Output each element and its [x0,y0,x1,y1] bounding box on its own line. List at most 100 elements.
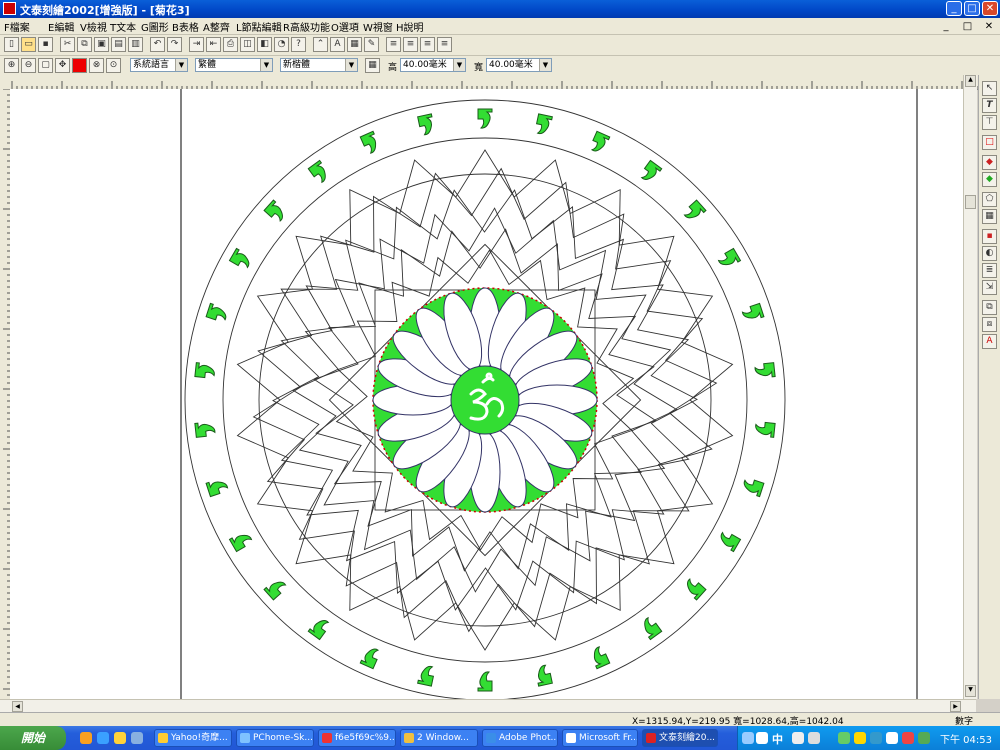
vertical-scrollbar[interactable]: ▲ ▼ [963,75,977,699]
open-icon[interactable]: ▭ [21,37,36,52]
text-frame-icon[interactable]: ▦ [347,37,362,52]
fill-icon[interactable]: ◆ [982,155,997,170]
start-button[interactable]: 開始 [0,726,66,750]
polygon-icon[interactable]: ⬠ [982,192,997,207]
scroll-right-button[interactable]: ▶ [950,701,961,712]
language-select[interactable]: 系統語言 ▼ [130,58,188,72]
copy-icon[interactable]: ⧉ [77,37,92,52]
task-pchome[interactable]: PChome-Sk... [236,729,314,747]
help-icon[interactable]: ? [291,37,306,52]
scroll-left-button[interactable]: ◀ [12,701,23,712]
scroll-down-button[interactable]: ▼ [965,685,976,697]
plot-icon[interactable]: ◧ [257,37,272,52]
menu-arrange[interactable]: A整齊 [203,19,230,34]
text-shape-icon[interactable]: A [330,37,345,52]
font-family-select[interactable]: 新楷體 ▼ [280,58,358,72]
menu-file[interactable]: F檔案 [4,19,30,34]
app-icon[interactable] [3,2,16,15]
chevron-down-icon[interactable]: ▼ [345,59,357,71]
tray-messenger-icon[interactable] [854,732,866,744]
drawing-canvas[interactable] [10,89,963,699]
layers-icon[interactable]: ≣ [982,263,997,278]
mandala-drawing[interactable] [10,89,963,699]
tray-keyboard-icon[interactable] [792,732,804,744]
menu-options[interactable]: O選項 [331,19,359,34]
preview-icon[interactable]: ◫ [240,37,255,52]
menu-graphics[interactable]: G圖形 [141,19,169,34]
vertical-text-icon[interactable]: ⊤ [982,115,997,130]
quicklaunch-messenger-icon[interactable] [114,732,126,744]
delete-icon[interactable]: ▤ [111,37,126,52]
task-yahoo[interactable]: Yahoo!奇摩... [154,729,232,747]
import-tool-icon[interactable]: ⇲ [982,280,997,295]
pointer-icon[interactable]: ↖ [982,81,997,96]
tray-bluetooth-icon[interactable] [886,732,898,744]
palette-icon[interactable]: ▪ [982,229,997,244]
mdi-restore-button[interactable]: □ [961,21,975,34]
tray-update-icon[interactable] [918,732,930,744]
zoom-select-icon[interactable]: ⊗ [89,58,104,73]
chevron-down-icon[interactable]: ▼ [175,59,187,71]
title-bar[interactable]: 文泰刻繪2002[增強版] - [菊花3] _ □ ✕ [0,0,1000,18]
mdi-minimize-button[interactable]: _ [939,21,953,34]
text-fit-icon[interactable]: A [982,334,997,349]
chevron-down-icon[interactable]: ▼ [539,59,551,71]
export-icon[interactable]: ⇤ [206,37,221,52]
task-photoshop[interactable]: Adobe Phot... [482,729,558,747]
redo-icon[interactable]: ↷ [167,37,182,52]
weld-icon[interactable]: ⧉ [982,300,997,315]
tray-antivirus-icon[interactable] [902,732,914,744]
task-windows[interactable]: 2 Window... [400,729,478,747]
chevron-down-icon[interactable]: ▼ [260,59,272,71]
rectangle-icon[interactable]: □ [982,135,997,150]
text-icon[interactable]: T [982,98,997,113]
justify-icon[interactable]: ≡ [437,37,452,52]
menu-window[interactable]: W視窗 [363,19,393,34]
chevron-down-icon[interactable]: ▼ [453,59,465,71]
close-button[interactable]: ✕ [982,1,998,16]
task-wentai[interactable]: 文泰刻繪20... [642,729,718,747]
horizontal-scrollbar[interactable]: ◀ ▶ [0,699,976,713]
mdi-close-button[interactable]: ✕ [982,21,996,34]
quicklaunch-ie-icon[interactable] [97,732,109,744]
menu-edit[interactable]: E編輯 [48,19,74,34]
table-icon[interactable]: ▦ [982,209,997,224]
menu-view[interactable]: V檢視 [80,19,107,34]
color-icon[interactable]: ◐ [982,246,997,261]
font-charset-select[interactable]: 繁體 ▼ [195,58,273,72]
new-icon[interactable]: ▯ [4,37,19,52]
align-right-icon[interactable]: ≡ [420,37,435,52]
scroll-up-button[interactable]: ▲ [965,75,976,87]
undo-icon[interactable]: ↶ [150,37,165,52]
tray-ime-icon[interactable] [808,732,820,744]
align-left-icon[interactable]: ≡ [386,37,401,52]
paste-icon[interactable]: ▣ [94,37,109,52]
import-icon[interactable]: ⇥ [189,37,204,52]
menu-text[interactable]: T文本 [110,19,136,34]
task-frontpage[interactable]: Microsoft Fr... [562,729,638,747]
quicklaunch-desktop-icon[interactable] [131,732,143,744]
menu-node-edit[interactable]: L節點編輯 [236,19,282,34]
tray-network-icon[interactable] [838,732,850,744]
scroll-thumb[interactable] [965,195,976,209]
cut-icon[interactable]: ✂ [60,37,75,52]
bulb-icon[interactable]: ◔ [274,37,289,52]
shape-icon[interactable]: ◆ [982,172,997,187]
tray-volume-icon[interactable] [870,732,882,744]
task-file[interactable]: f6e5f69c%9... [318,729,396,747]
height-select[interactable]: 40.00毫米 ▼ [400,58,466,72]
edit-icon[interactable]: ✎ [364,37,379,52]
zoom-fit-icon[interactable]: ⊙ [106,58,121,73]
zoom-page-icon[interactable]: ▢ [38,58,53,73]
tray-search-icon[interactable] [742,732,754,744]
move-icon[interactable]: ✥ [55,58,70,73]
font-style-icon[interactable]: ▦ [365,58,380,73]
menu-help[interactable]: H說明 [396,19,424,34]
ime-indicator[interactable]: 中 [772,731,783,747]
color-fill-icon[interactable] [72,58,87,73]
menu-advanced[interactable]: R高級功能 [283,19,330,34]
save-icon[interactable]: ▪ [38,37,53,52]
align-center-icon[interactable]: ≡ [403,37,418,52]
node-icon[interactable]: ⌃ [313,37,328,52]
tray-window-icon[interactable] [756,732,768,744]
